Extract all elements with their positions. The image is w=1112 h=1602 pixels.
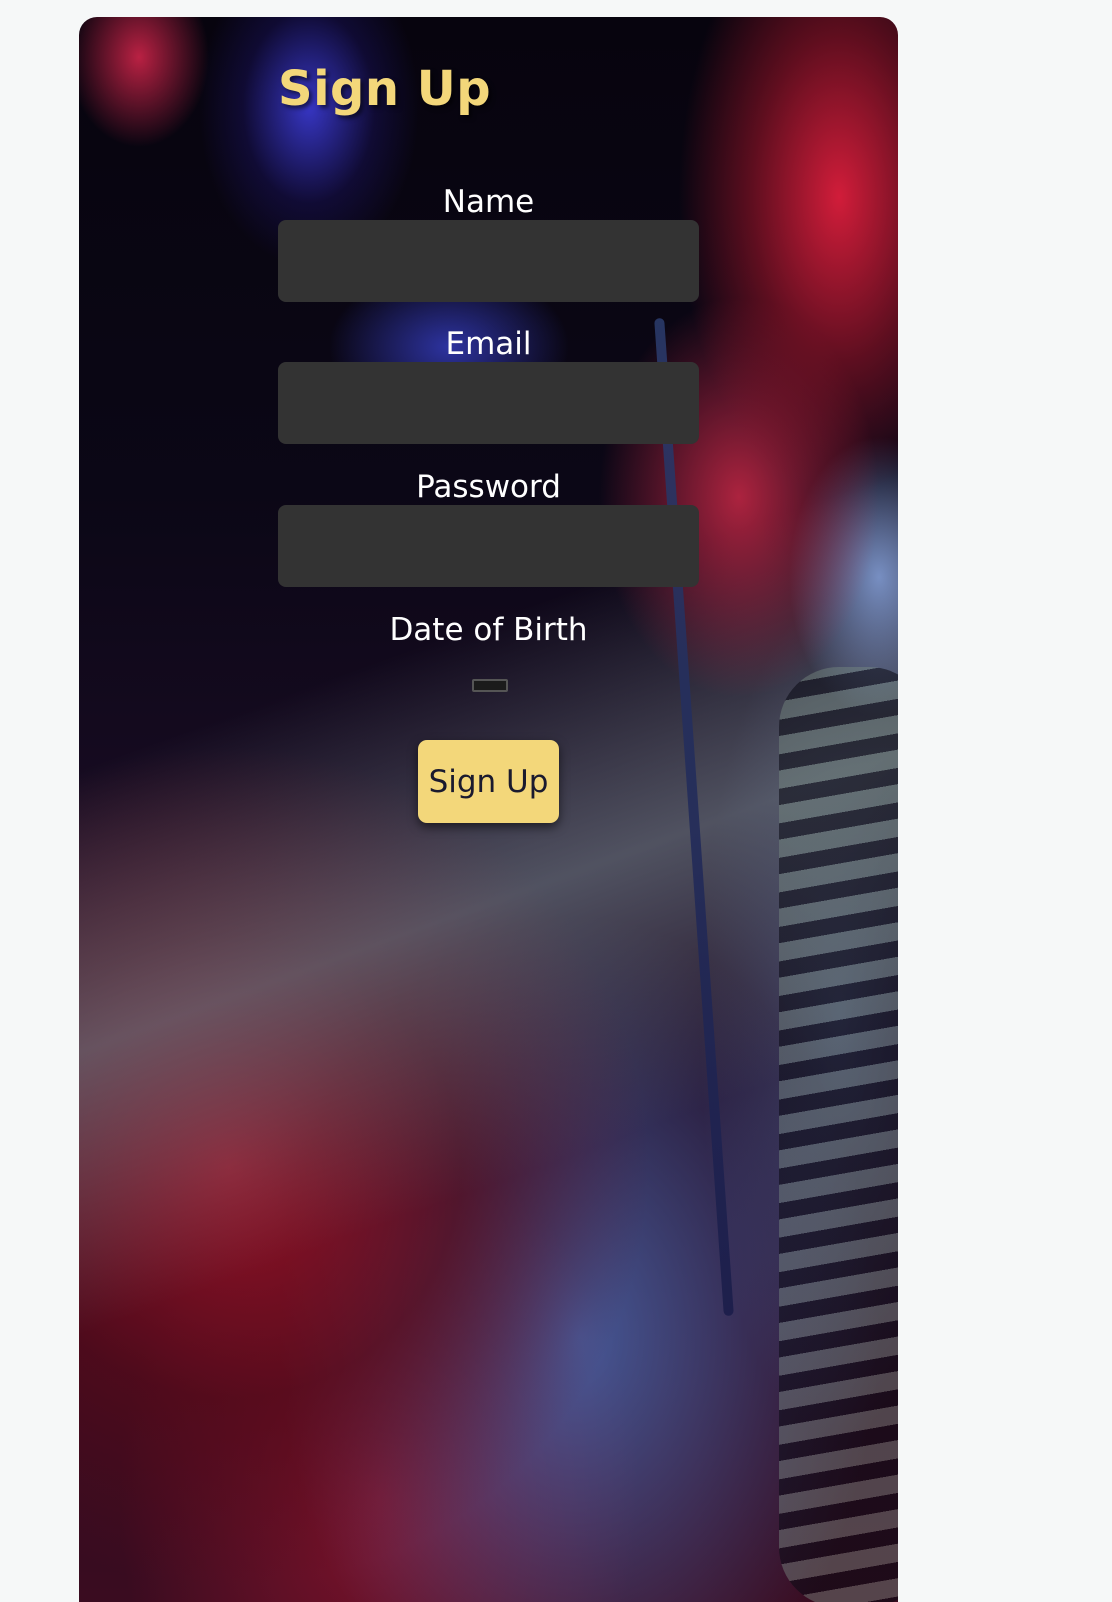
password-label: Password [416, 469, 561, 505]
background-image-coil [779, 667, 898, 1602]
email-label: Email [445, 326, 532, 362]
date-of-birth-input[interactable] [472, 679, 508, 692]
email-input[interactable] [278, 362, 699, 444]
name-label: Name [442, 184, 535, 220]
page-title: Sign Up [278, 61, 492, 117]
signup-card: Sign Up Name Email Password Date of Birt… [79, 17, 898, 1602]
password-input[interactable] [278, 505, 699, 587]
name-input[interactable] [278, 220, 699, 302]
background-image-cable [654, 317, 734, 1317]
date-of-birth-label: Date of Birth [389, 612, 588, 648]
sign-up-button[interactable]: Sign Up [418, 740, 559, 823]
